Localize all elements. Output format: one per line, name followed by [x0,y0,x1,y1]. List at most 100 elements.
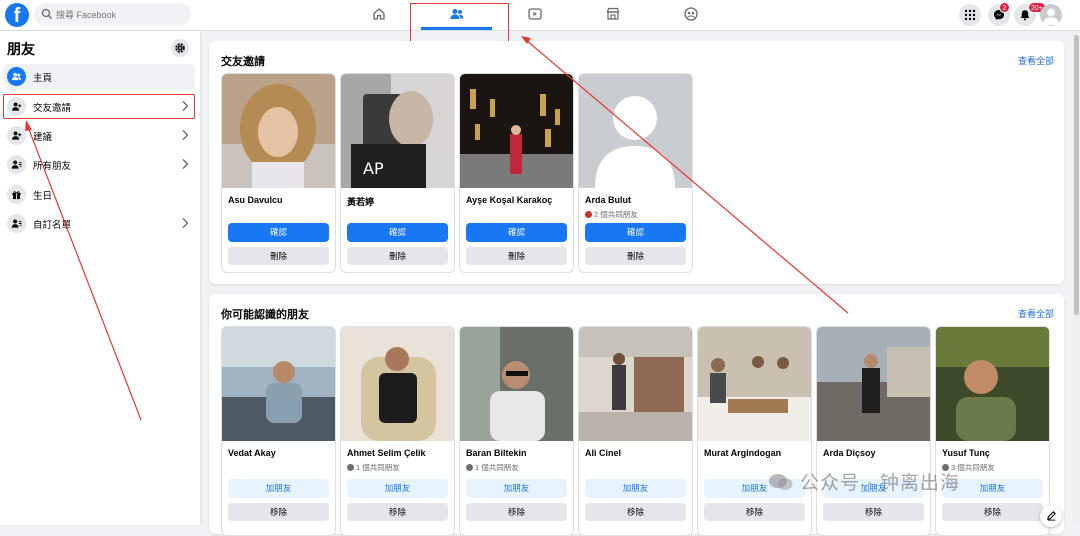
sidebar-item-suggestions[interactable]: 建議 [3,123,195,149]
see-all-link[interactable]: 查看全部 [1018,54,1054,67]
user-avatar-icon [1043,8,1059,25]
sidebar-item-icon-wrap [7,126,26,145]
settings-button[interactable] [171,39,189,57]
wechat-logo-icon [769,474,793,490]
gear-icon [175,43,185,53]
delete-button[interactable]: 刪除 [466,247,567,265]
nav-home-tab[interactable] [369,6,389,24]
search-icon [41,8,52,19]
suggestion-card[interactable]: Arda Diçsoy 加朋友 移除 [816,326,931,536]
remove-button[interactable]: 移除 [823,503,924,521]
card-name[interactable]: Murat Argindogan [704,448,781,458]
card-name[interactable]: Arda Diçsoy [823,448,876,458]
scrollbar-thumb[interactable] [1074,35,1079,315]
messenger-badge: 2 [999,2,1010,13]
card-name[interactable]: Vedat Akay [228,448,276,458]
profile-photo[interactable] [222,327,335,441]
card-name[interactable]: Arda Bulut [585,195,631,205]
delete-button[interactable]: 刪除 [228,247,329,265]
profile-photo[interactable] [460,74,573,188]
mutual-friends-text: 1 個共同朋友 [356,463,400,472]
profile-photo[interactable] [817,327,930,441]
add-friend-button[interactable]: 加朋友 [347,479,448,498]
profile-photo[interactable] [222,74,335,188]
suggestion-card[interactable]: Vedat Akay 加朋友 移除 [221,326,336,536]
card-name[interactable]: Yusuf Tunç [942,448,990,458]
nav-watch-tab[interactable] [525,6,545,24]
marketplace-icon [606,7,620,20]
annotation-highlight-friend-requests [3,94,195,119]
suggestion-card[interactable]: Ahmet Selim Çelik 1 個共同朋友 加朋友 移除 [340,326,455,536]
remove-button[interactable]: 移除 [942,503,1043,521]
card-name[interactable]: 黃若婷 [347,195,374,208]
mutual-friends[interactable]: 1 個共同朋友 [466,462,519,473]
friend-request-card[interactable]: Asu Davulcu 確認 刪除 [221,73,336,273]
account-avatar[interactable] [1040,4,1062,26]
watermark-text: 公众号 · 钟离出海 [800,473,960,494]
annotation-highlight-friends-tab [410,3,509,45]
remove-button[interactable]: 移除 [466,503,567,521]
card-name[interactable]: Asu Davulcu [228,195,283,205]
remove-button[interactable]: 移除 [347,503,448,521]
nav-marketplace-tab[interactable] [603,6,623,24]
remove-button[interactable]: 移除 [228,503,329,521]
card-name[interactable]: Baran Biltekin [466,448,527,458]
suggestion-card[interactable]: Baran Biltekin 1 個共同朋友 加朋友 移除 [459,326,574,536]
suggestion-card[interactable]: Ali Cinel 加朋友 移除 [578,326,693,536]
confirm-button[interactable]: 確認 [585,223,686,242]
sidebar-item-birthdays[interactable]: 生日 [3,182,195,208]
add-friend-button[interactable]: 加朋友 [466,479,567,498]
sidebar-item-label: 建議 [33,132,53,143]
card-name[interactable]: Ayşe Koşal Karakoç [466,195,552,205]
sidebar-item-custom-lists[interactable]: 自訂名單 [3,211,195,237]
person-list-icon [11,219,22,228]
person-list-icon [11,160,22,169]
sidebar-item-icon-wrap [7,185,26,204]
profile-photo[interactable]: AP [341,74,454,188]
confirm-button[interactable]: 確認 [228,223,329,242]
sidebar-item-icon-wrap [7,155,26,174]
remove-button[interactable]: 移除 [704,503,805,521]
confirm-button[interactable]: 確認 [347,223,448,242]
home-icon [373,8,385,20]
search-box[interactable] [34,3,191,26]
svg-text:AP: AP [363,159,384,178]
profile-photo[interactable] [341,327,454,441]
profile-photo[interactable] [936,327,1049,441]
messenger-button[interactable]: 2 [988,2,1010,26]
see-all-link[interactable]: 查看全部 [1018,307,1054,320]
remove-button[interactable]: 移除 [585,503,686,521]
new-message-button[interactable] [1040,505,1062,527]
sidebar-item-all-friends[interactable]: 所有朋友 [3,152,195,178]
profile-photo[interactable] [698,327,811,441]
card-name[interactable]: Ali Cinel [585,448,621,458]
friend-request-card[interactable]: Arda Bulut 2 個共同朋友 確認 刪除 [578,73,693,273]
add-friend-button[interactable]: 加朋友 [228,479,329,498]
facebook-logo-icon[interactable]: f [5,3,29,27]
friends-icon [11,72,22,81]
profile-photo[interactable] [460,327,573,441]
suggestion-card[interactable]: Yusuf Tunç 3 個共同朋友 加朋友 移除 [935,326,1050,536]
friend-request-card[interactable]: AP 黃若婷 確認 刪除 [340,73,455,273]
add-friend-button[interactable]: 加朋友 [585,479,686,498]
section-title: 你可能認識的朋友 [221,309,309,321]
sidebar-item-label: 自訂名單 [33,220,72,231]
suggestion-card[interactable]: Murat Argindogan 加朋友 移除 [697,326,812,536]
friend-request-card[interactable]: Ayşe Koşal Karakoç 確認 刪除 [459,73,574,273]
delete-button[interactable]: 刪除 [585,247,686,265]
delete-button[interactable]: 刪除 [347,247,448,265]
menu-button[interactable] [959,4,981,26]
card-name[interactable]: Ahmet Selim Çelik [347,448,426,458]
search-input[interactable] [54,5,188,25]
confirm-button[interactable]: 確認 [466,223,567,242]
sidebar-item-home[interactable]: 主頁 [3,64,195,90]
nav-groups-tab[interactable] [681,6,701,24]
mutual-friends[interactable]: 2 個共同朋友 [585,209,638,220]
top-navigation-bar: f 2 20+ [0,0,1080,31]
notifications-button[interactable]: 20+ [1014,2,1046,26]
profile-photo[interactable] [579,327,692,441]
sidebar-item-label: 生日 [33,191,53,202]
watch-icon [528,8,542,20]
mutual-friends[interactable]: 1 個共同朋友 [347,462,400,473]
profile-photo[interactable] [579,74,692,188]
